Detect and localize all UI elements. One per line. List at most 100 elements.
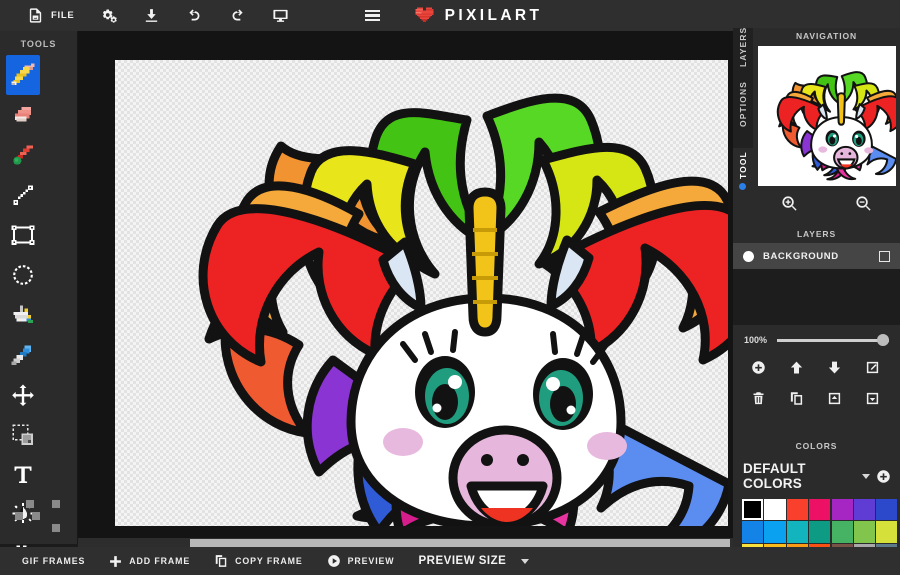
color-swatch[interactable]: [764, 499, 785, 520]
layer-row[interactable]: BACKGROUND: [733, 243, 900, 269]
navigation-thumbnail[interactable]: [758, 46, 896, 186]
caret-down-icon[interactable]: [521, 559, 529, 564]
recent-color-swatch[interactable]: [15, 512, 23, 520]
eraser-icon: [10, 102, 36, 128]
color-swatch[interactable]: [876, 499, 897, 520]
move-layer-down-button[interactable]: [815, 354, 853, 385]
add-frame-button[interactable]: ADD FRAME: [97, 547, 202, 575]
color-swatch[interactable]: [742, 499, 763, 520]
redo-button[interactable]: [216, 0, 259, 31]
merge-layer-up-button[interactable]: [815, 385, 853, 416]
merge-down-icon: [865, 391, 880, 411]
copy-frame-button[interactable]: COPY FRAME: [202, 547, 315, 575]
gears-icon: [100, 7, 117, 24]
color-swatch[interactable]: [854, 499, 875, 520]
layer-visibility-icon[interactable]: [743, 251, 754, 262]
color-swatch[interactable]: [742, 521, 763, 542]
bottom-toolbar: GIF FRAMES ADD FRAME COPY FRAME PREVIEW …: [0, 547, 900, 575]
side-tab-options[interactable]: OPTIONS: [733, 86, 753, 148]
delete-layer-button[interactable]: [739, 385, 777, 416]
recent-color-swatch[interactable]: [26, 500, 34, 508]
move-layer-up-button[interactable]: [777, 354, 815, 385]
duplicate-layer-button[interactable]: [777, 385, 815, 416]
settings-button[interactable]: [87, 0, 130, 31]
drawing-canvas[interactable]: [115, 60, 728, 526]
zoom-out-button[interactable]: [827, 188, 900, 224]
zoom-in-icon: [781, 195, 798, 217]
play-circle-icon: [327, 554, 341, 568]
color-swatch[interactable]: [764, 521, 785, 542]
navigation-zoom-controls: [753, 188, 900, 224]
file-image-icon: [27, 7, 44, 24]
recent-color-swatch[interactable]: [52, 524, 60, 532]
palette-selector[interactable]: DEFAULT COLORS: [733, 455, 900, 495]
gif-frames-button[interactable]: GIF FRAMES: [10, 547, 97, 575]
chevron-down-icon[interactable]: [862, 474, 870, 479]
layer-opacity-slider[interactable]: [777, 334, 889, 346]
top-toolbar: FILE: [0, 0, 900, 31]
tool-spray-can[interactable]: [6, 335, 40, 375]
color-swatch[interactable]: [809, 499, 830, 520]
file-menu-button[interactable]: FILE: [14, 0, 87, 31]
recent-color-swatch[interactable]: [52, 500, 60, 508]
brand-name: PIXILART: [445, 7, 543, 25]
undo-button[interactable]: [173, 0, 216, 31]
redo-icon: [229, 7, 246, 24]
zoom-in-button[interactable]: [753, 188, 827, 224]
layer-action-buttons: [733, 350, 900, 426]
tool-pencil[interactable]: [6, 55, 40, 95]
move-arrows-icon: [11, 383, 35, 407]
layer-name-label: BACKGROUND: [763, 251, 870, 262]
preview-size-label: PREVIEW SIZE: [419, 555, 507, 567]
side-tab-layers[interactable]: LAYERS: [733, 28, 753, 86]
brand-logo[interactable]: PIXILART: [414, 6, 543, 25]
download-button[interactable]: [130, 0, 173, 31]
artwork-unicorn: [115, 60, 728, 526]
tool-line[interactable]: [6, 175, 40, 215]
file-menu-label: FILE: [51, 10, 74, 21]
display-button[interactable]: [259, 0, 302, 31]
preview-button[interactable]: PREVIEW: [315, 547, 407, 575]
slider-knob[interactable]: [877, 334, 889, 346]
hamburger-menu-icon[interactable]: [358, 0, 388, 31]
tool-ellipse[interactable]: [6, 255, 40, 295]
ellipse-icon: [10, 262, 36, 288]
recent-color-swatch[interactable]: [32, 512, 40, 520]
color-swatch[interactable]: [832, 521, 853, 542]
palette-name-label: DEFAULT COLORS: [743, 461, 856, 491]
copy-frame-label: COPY FRAME: [235, 556, 303, 566]
edit-layer-button[interactable]: [853, 354, 891, 385]
side-tab-tool-label: TOOL: [738, 159, 748, 179]
canvas-stage: [78, 31, 733, 544]
tool-color-picker[interactable]: [6, 135, 40, 175]
color-swatch[interactable]: [809, 521, 830, 542]
merge-layer-down-button[interactable]: [853, 385, 891, 416]
text-t-icon: [11, 463, 35, 487]
color-swatch[interactable]: [854, 521, 875, 542]
layers-list: BACKGROUND: [733, 243, 900, 325]
side-tab-layers-label: LAYERS: [738, 47, 748, 67]
tool-rectangle[interactable]: [6, 215, 40, 255]
tool-select[interactable]: [6, 415, 40, 455]
top-toolbar-left-group: FILE: [0, 0, 302, 31]
active-tab-indicator-dot: [739, 183, 746, 190]
add-color-button[interactable]: [876, 469, 891, 484]
tool-paint-bucket[interactable]: [6, 295, 40, 335]
color-swatch[interactable]: [876, 521, 897, 542]
slider-track: [777, 339, 889, 342]
layer-select-checkbox[interactable]: [879, 251, 890, 262]
arrow-up-icon: [789, 360, 804, 380]
tool-eraser[interactable]: [6, 95, 40, 135]
copy-icon: [214, 554, 228, 568]
plus-circle-icon: [751, 360, 766, 380]
monitor-icon: [272, 7, 289, 24]
color-swatch[interactable]: [787, 521, 808, 542]
add-layer-button[interactable]: [739, 354, 777, 385]
color-swatch[interactable]: [787, 499, 808, 520]
tool-move[interactable]: [6, 375, 40, 415]
pencil-square-icon: [865, 360, 880, 380]
side-tab-strip: LAYERS OPTIONS TOOL: [733, 28, 753, 193]
preview-size-dropdown[interactable]: PREVIEW SIZE: [407, 547, 542, 575]
color-swatch[interactable]: [832, 499, 853, 520]
preview-label: PREVIEW: [348, 556, 395, 566]
